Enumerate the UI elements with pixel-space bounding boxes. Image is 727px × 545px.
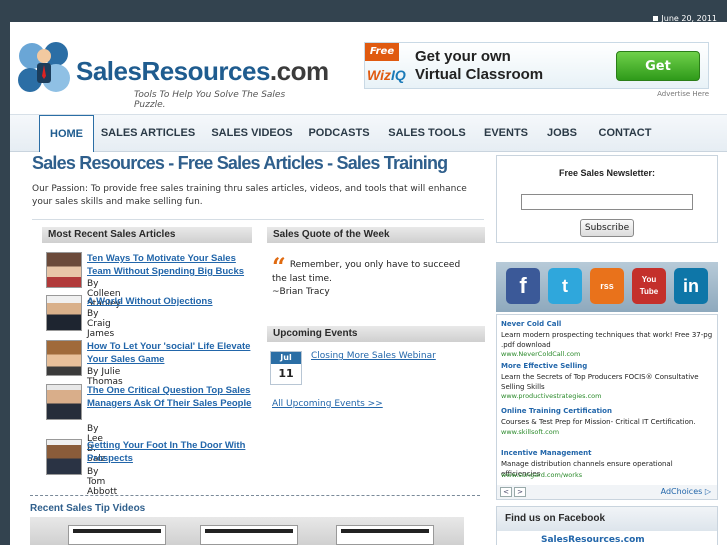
ad-brand-b: IQ [390,67,406,83]
ad-line1: Get your own [415,48,511,65]
youtube-icon[interactable]: You Tube [632,268,666,304]
video-carousel [30,517,464,545]
ad-title[interactable]: Incentive Management [501,449,592,457]
nav-sales-videos[interactable]: SALES VIDEOS [202,115,302,151]
page: SalesResources.com Tools To Help You Sol… [10,22,727,545]
get-started-button[interactable]: Get Started [616,51,700,81]
advertise-here-link[interactable]: Advertise Here [657,90,709,98]
logo-title-text: SalesResources [76,56,270,86]
passion-text: Our Passion: To provide free sales train… [32,184,467,207]
divider [30,495,480,496]
article-link[interactable]: Ten Ways To Motivate Your Sales Team Wit… [87,252,257,278]
next-ad-button[interactable]: > [514,487,526,497]
newsletter-title: Free Sales Newsletter: [558,168,656,178]
ad-line2: Virtual Classroom [415,66,544,83]
ad-description: Learn the Secrets of Top Producers FOCIS… [501,373,699,391]
ads-footer: < > AdChoices ▷ [497,485,717,499]
article-link[interactable]: The One Critical Question Top Sales Mana… [87,384,257,410]
ad-url[interactable]: www.NeverColdCall.com [501,350,580,358]
page-title: Sales Resources - Free Sales Articles - … [32,153,448,173]
article-author: By Tom Abbott [87,467,118,497]
article-author: By Craig James [87,309,115,339]
newsletter-email-input[interactable] [521,194,693,210]
article-link[interactable]: A World Without Objections [87,295,257,308]
articles-heading: Most Recent Sales Articles [42,227,252,243]
ad-title[interactable]: Online Training Certification [501,407,612,415]
video-thumbnail[interactable] [336,525,434,545]
logo-title: SalesResources.com [76,56,329,87]
calendar-month: Jul [271,352,301,364]
video-thumbnail[interactable] [200,525,298,545]
site-logo[interactable]: SalesResources.com Tools To Help You Sol… [16,34,329,110]
logo-tagline: Tools To Help You Solve The Sales Puzzle… [134,90,286,110]
nav-contact[interactable]: CONTACT [590,115,660,151]
ad-free-badge: Free [365,43,399,61]
video-thumbnail[interactable] [68,525,166,545]
calendar-day: 11 [278,367,294,380]
quote-block: “Remember, you only have to succeed the … [272,255,472,299]
author-photo[interactable] [46,439,82,475]
ad-text: Get your own Virtual Classroom [415,48,543,84]
facebook-box: Find us on Facebook SalesResources.com [496,506,718,545]
quote-author: ~Brian Tracy [272,287,330,297]
social-bar: f t rss You Tube in [496,262,718,312]
event-link[interactable]: Closing More Sales Webinar [311,351,436,361]
ad-brand-a: Wiz [367,67,391,83]
banner-ad[interactable]: Free WizIQ Get your own Virtual Classroo… [364,42,709,89]
main-nav: HOME SALES ARTICLES SALES VIDEOS PODCAST… [10,114,727,152]
calendar-icon: Jul 11 [270,351,302,385]
ad-brand: WizIQ [367,67,406,83]
nav-podcasts[interactable]: PODCASTS [304,115,374,151]
nav-jobs[interactable]: JOBS [542,115,582,151]
top-bar: June 20, 2011 [0,0,727,23]
puzzle-logo-icon [18,42,70,92]
events-heading: Upcoming Events [267,326,485,342]
article-link[interactable]: Getting Your Foot In The Door With Prosp… [87,439,257,465]
nav-sales-articles[interactable]: SALES ARTICLES [98,115,198,151]
all-events-link[interactable]: All Upcoming Events >> [272,399,383,409]
logo-tld: .com [269,56,329,86]
newsletter-box: Free Sales Newsletter: Subscribe [496,155,718,243]
prev-ad-button[interactable]: < [500,487,512,497]
author-photo[interactable] [46,340,82,376]
facebook-page-link[interactable]: SalesResources.com [541,535,645,545]
article-link[interactable]: How To Let Your 'social' Life Elevate Yo… [87,340,257,366]
facebook-heading: Find us on Facebook [497,507,717,531]
author-photo[interactable] [46,252,82,288]
adchoices-text: AdChoices [660,487,703,496]
nav-home[interactable]: HOME [39,115,94,152]
author-photo[interactable] [46,384,82,420]
nav-sales-tools[interactable]: SALES TOOLS [382,115,472,151]
subscribe-button[interactable]: Subscribe [580,219,634,237]
linkedin-icon[interactable]: in [674,268,708,304]
ad-description: Courses & Test Prep for Mission- Critica… [501,418,696,426]
quote-text: Remember, you only have to succeed the l… [272,260,461,284]
divider [32,219,484,220]
ad-description: Learn modern prospecting techniques that… [501,331,713,349]
nav-events[interactable]: EVENTS [478,115,534,151]
author-photo[interactable] [46,295,82,331]
adchoices-link[interactable]: AdChoices ▷ [661,487,711,496]
videos-heading: Recent Sales Tip Videos [30,503,146,514]
quote-heading: Sales Quote of the Week [267,227,485,243]
ad-url[interactable]: www.skillsoft.com [501,428,559,436]
rss-icon[interactable]: rss [590,268,624,304]
ad-url[interactable]: www.productivestrategies.com [501,392,601,400]
twitter-icon[interactable]: t [548,268,582,304]
facebook-icon[interactable]: f [506,268,540,304]
ad-title[interactable]: More Effective Selling [501,362,587,370]
ad-url[interactable]: www.sungard.com/works [501,471,582,479]
text-ads: Never Cold Call Learn modern prospecting… [496,314,718,500]
ad-title[interactable]: Never Cold Call [501,320,561,328]
